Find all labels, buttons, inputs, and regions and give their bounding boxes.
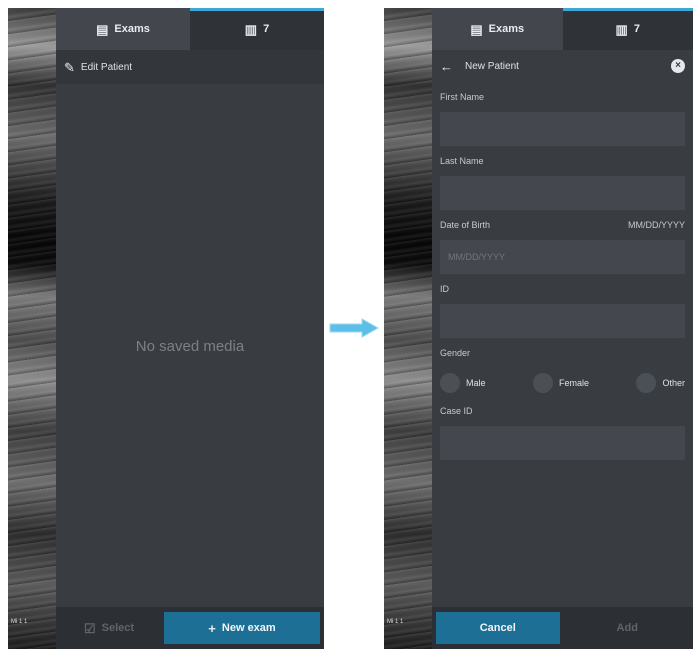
edit-patient-button[interactable]: ✎ Edit Patient <box>56 50 324 84</box>
patient-icon: ▥ <box>615 21 628 37</box>
gender-other-radio[interactable]: Other <box>636 373 685 393</box>
scan-label: Mi 1 1 <box>11 619 28 625</box>
empty-media-message: No saved media <box>135 338 245 355</box>
add-button[interactable]: Add <box>566 612 690 644</box>
plus-icon: + <box>208 620 216 636</box>
tab-bar: ▤ Exams ▥ 7 <box>56 8 324 50</box>
active-tab-indicator <box>562 8 693 11</box>
exam-panel: ▤ Exams ▥ 7 ✎ Edit Patient No saved medi… <box>56 8 324 649</box>
case-id-label: Case ID <box>440 406 473 416</box>
radio-circle <box>532 373 553 393</box>
new-exam-label: New exam <box>221 622 276 634</box>
ultrasound-image: Mi 1 1 <box>384 8 432 649</box>
first-name-field[interactable] <box>440 112 685 146</box>
new-patient-panel: ▤ Exams ▥ 7 ← New Patient × First Name L… <box>432 8 693 649</box>
ultrasound-image: Mi 1 1 <box>8 8 58 649</box>
new-exam-button[interactable]: + New exam <box>164 612 320 644</box>
gender-female-radio[interactable]: Female <box>532 373 589 393</box>
close-icon[interactable]: × <box>671 59 685 73</box>
tab-exams[interactable]: ▤ Exams <box>56 8 190 50</box>
tab-bar: ▤ Exams ▥ 7 <box>432 8 693 50</box>
exam-list-icon: ▤ <box>470 21 483 37</box>
last-name-label: Last Name <box>440 156 484 166</box>
patient-form: First Name Last Name Date of Birth MM/DD… <box>432 92 693 460</box>
radio-circle <box>636 373 657 393</box>
footer-bar: ☑ Select + New exam <box>56 607 324 649</box>
id-label: ID <box>440 284 449 294</box>
patient-icon: ▥ <box>244 21 258 37</box>
gender-radio-group: Male Female Other <box>440 370 685 396</box>
gender-male-label: Male <box>466 378 486 388</box>
new-patient-header: ← New Patient × <box>432 50 693 82</box>
radio-circle <box>440 373 460 393</box>
select-button[interactable]: ☑ Select <box>60 612 158 644</box>
pencil-icon: ✎ <box>64 59 75 75</box>
edit-patient-label: Edit Patient <box>80 61 133 73</box>
add-label: Add <box>616 622 638 634</box>
dob-field[interactable]: MM/DD/YYYY <box>440 240 685 274</box>
tab-patient[interactable]: ▥ 7 <box>190 8 324 50</box>
case-id-field[interactable] <box>440 426 685 460</box>
tab-exams-label: Exams <box>488 23 525 35</box>
exam-list-icon: ▤ <box>96 21 109 37</box>
footer-bar: Cancel Add <box>432 607 693 649</box>
active-tab-indicator <box>190 8 324 11</box>
gender-female-label: Female <box>558 378 589 388</box>
exam-screen: Mi 1 1 ▤ Exams ▥ 7 ✎ Edit Patient No sav… <box>8 8 324 649</box>
gender-male-radio[interactable]: Male <box>440 373 486 393</box>
first-name-label: First Name <box>440 92 485 102</box>
gender-label: Gender <box>440 348 471 358</box>
right-arrow-icon <box>329 318 380 338</box>
select-button-label: Select <box>101 622 135 634</box>
dob-placeholder: MM/DD/YYYY <box>448 252 506 262</box>
tab-exams[interactable]: ▤ Exams <box>432 8 563 50</box>
id-field[interactable] <box>440 304 685 338</box>
new-patient-screen: Mi 1 1 ▤ Exams ▥ 7 ← New Patient × First… <box>384 8 693 649</box>
gender-other-label: Other <box>662 378 685 388</box>
tab-patient-label: 7 <box>633 23 640 35</box>
tab-patient-label: 7 <box>263 23 270 35</box>
cancel-button[interactable]: Cancel <box>436 612 560 644</box>
select-icon: ☑ <box>83 620 96 636</box>
back-arrow-icon[interactable]: ← <box>440 60 453 73</box>
new-patient-title: New Patient <box>465 60 519 72</box>
scan-label: Mi 1 1 <box>387 619 404 625</box>
last-name-field[interactable] <box>440 176 685 210</box>
tab-exams-label: Exams <box>114 23 150 35</box>
dob-format-hint: MM/DD/YYYY <box>627 220 685 230</box>
dob-label: Date of Birth MM/DD/YYYY <box>440 220 685 234</box>
tab-patient[interactable]: ▥ 7 <box>563 8 693 50</box>
cancel-label: Cancel <box>479 622 516 634</box>
